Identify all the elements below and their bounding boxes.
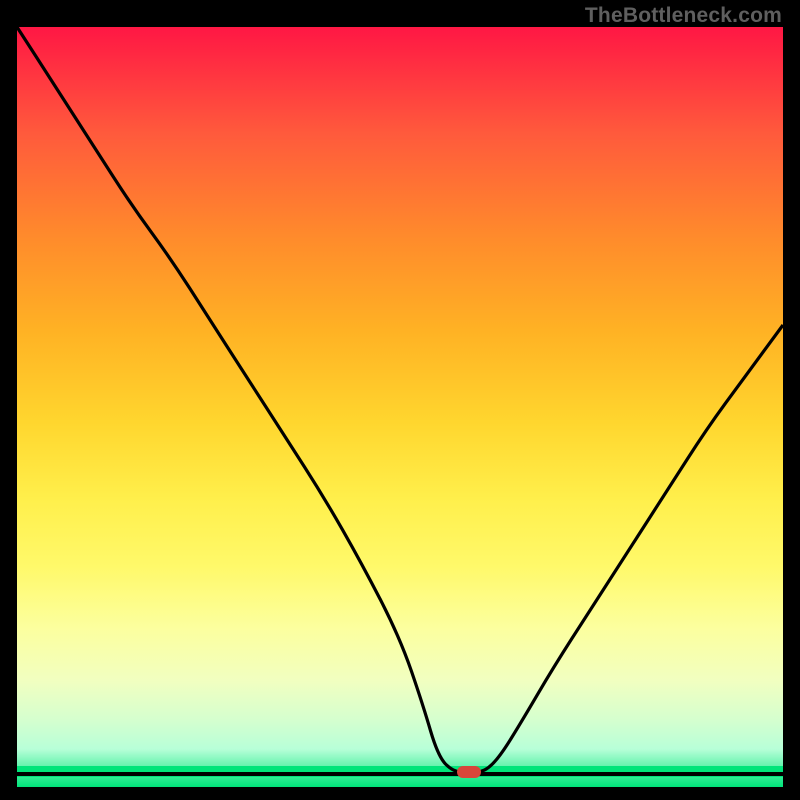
optimal-marker [457, 766, 482, 778]
chart-frame [17, 27, 783, 787]
bottleneck-chart [17, 27, 783, 787]
watermark-text: TheBottleneck.com [585, 4, 782, 28]
gradient-background [17, 27, 783, 787]
